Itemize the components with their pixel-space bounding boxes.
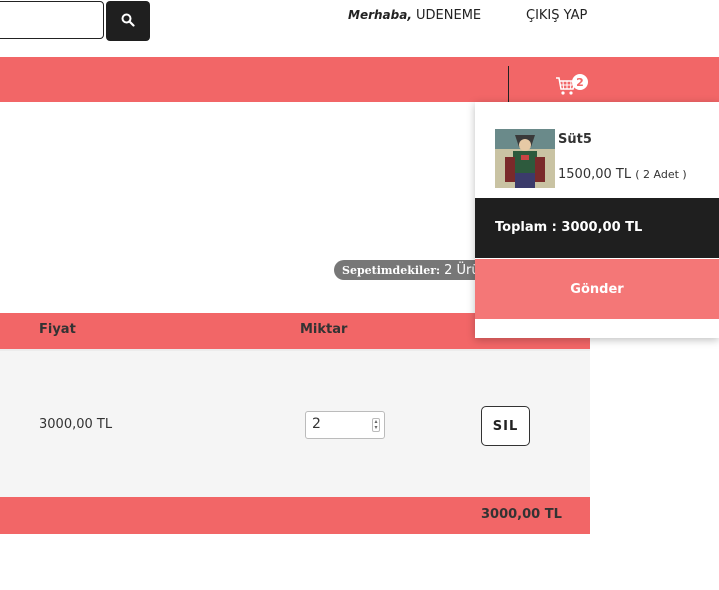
product-thumbnail[interactable] <box>495 129 555 188</box>
nav-divider <box>508 66 509 102</box>
search-input[interactable] <box>0 1 104 39</box>
table-row: 3000,00 TL 2 ▴ ▾ SIL <box>0 349 590 497</box>
cart-item-qty: ( 2 Adet ) <box>635 168 687 181</box>
cart-item-name[interactable]: Süt5 <box>558 132 592 147</box>
basket-label: Sepetimdekiler: <box>342 263 441 277</box>
quantity-stepper[interactable]: 2 ▴ ▾ <box>305 411 385 439</box>
username: UDENEME <box>416 8 482 23</box>
table-footer: 3000,00 TL <box>0 497 590 534</box>
stepper-arrows-icon[interactable]: ▴ ▾ <box>372 418 380 432</box>
cart-total-bar: Toplam : 3000,00 TL <box>475 198 719 258</box>
delete-button[interactable]: SIL <box>481 406 530 446</box>
user-greeting: Merhaba, UDENEME <box>348 8 481 23</box>
search-icon <box>121 12 135 31</box>
send-button[interactable]: Gönder <box>475 259 719 319</box>
cart-button[interactable]: 2 <box>555 74 595 98</box>
cart-item-price: 1500,00 TL <box>558 167 632 182</box>
cart-total: Toplam : 3000,00 TL <box>495 220 643 235</box>
quantity-value: 2 <box>312 416 321 432</box>
basket-summary-badge: Sepetimdekiler: 2 Ürün <box>334 260 496 280</box>
cart-item-price-line: 1500,00 TL ( 2 Adet ) <box>558 167 687 182</box>
footer-total: 3000,00 TL <box>481 507 562 522</box>
column-header-price: Fiyat <box>39 322 76 337</box>
cart-dropdown: Süt5 1500,00 TL ( 2 Adet ) Toplam : 3000… <box>475 102 719 338</box>
row-price: 3000,00 TL <box>39 417 113 432</box>
greeting-prefix: Merhaba, <box>348 8 412 22</box>
navbar: 2 <box>0 57 719 102</box>
search-button[interactable] <box>106 1 150 41</box>
cart-count-badge: 2 <box>572 74 588 90</box>
column-header-quantity: Miktar <box>300 322 348 337</box>
logout-link[interactable]: ÇIKIŞ YAP <box>526 8 587 23</box>
